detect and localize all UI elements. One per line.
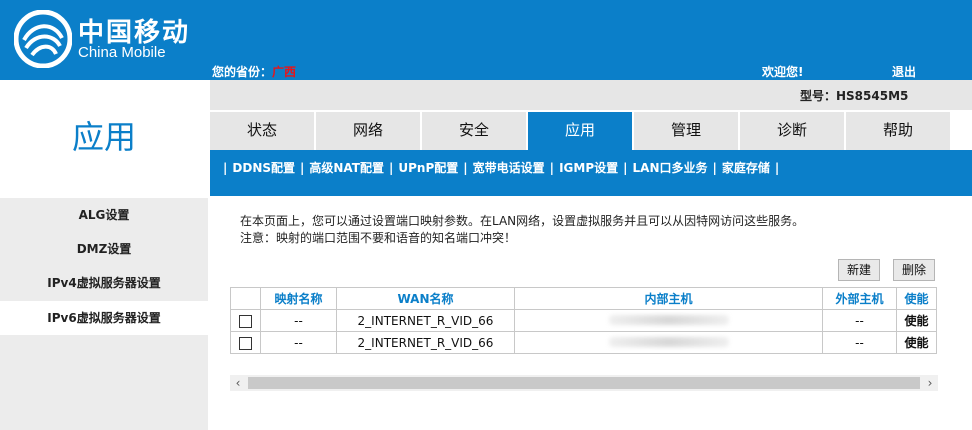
sidebar-item-ipv6-virtual-server[interactable]: IPv6虚拟服务器设置 — [0, 301, 208, 335]
redacted-internal-host — [608, 314, 729, 325]
china-mobile-logo-icon — [14, 10, 72, 68]
scroll-left-icon[interactable]: ‹ — [230, 375, 246, 391]
row-select-cell — [230, 331, 261, 354]
horizontal-scrollbar[interactable]: ‹ › — [230, 375, 938, 391]
scrollbar-thumb[interactable] — [248, 377, 920, 389]
tab-status[interactable]: 状态 — [210, 112, 314, 150]
external-host-cell: -- — [822, 309, 897, 332]
tab-network[interactable]: 网络 — [316, 112, 420, 150]
tab-application[interactable]: 应用 — [528, 112, 632, 150]
subnav-home-storage[interactable]: 家庭存储 — [722, 161, 770, 175]
tab-security[interactable]: 安全 — [422, 112, 526, 150]
subnav-voip[interactable]: 宽带电话设置 — [473, 161, 545, 175]
tab-diagnostics[interactable]: 诊断 — [740, 112, 844, 150]
subnav-separator: | — [223, 161, 228, 175]
welcome-text: 欢迎您! — [762, 65, 804, 79]
logout-link[interactable]: 退出 — [892, 63, 916, 80]
sidebar: ALG设置 DMZ设置 IPv4虚拟服务器设置 IPv6虚拟服务器设置 — [0, 198, 208, 430]
description-line-2: 注意：映射的端口范围不要和语音的知名端口冲突！ — [240, 231, 517, 245]
header-bar: 中国移动 China Mobile 您的省份：广西 欢迎您! 退出 — [0, 0, 972, 80]
header-enable: 使能 — [896, 287, 937, 310]
sub-navigation: | DDNS配置 | 高级NAT配置 | UPnP配置 | 宽带电话设置 | IGMP设置 | LAN… — [210, 150, 972, 196]
province-label: 您的省份： — [212, 65, 273, 79]
wan-name-cell: 2_INTERNET_R_VID_66 — [336, 309, 515, 332]
enable-cell: 使能 — [896, 331, 937, 354]
port-mapping-table: 映射名称 WAN名称 内部主机 外部主机 使能 -- 2_INTERNET_R_… — [230, 287, 937, 354]
subnav-separator: | — [623, 161, 628, 175]
tab-help[interactable]: 帮助 — [846, 112, 950, 150]
subnav-lan-multiservice[interactable]: LAN口多业务 — [633, 161, 708, 175]
province-value: 广西 — [272, 65, 297, 79]
subnav-separator: | — [712, 161, 717, 175]
province-info: 您的省份：广西 — [212, 63, 296, 80]
header-select — [230, 287, 261, 310]
subnav-separator: | — [549, 161, 555, 175]
tab-management[interactable]: 管理 — [634, 112, 738, 150]
subnav-upnp[interactable]: UPnP配置 — [398, 161, 458, 175]
sidebar-item-ipv4-virtual-server[interactable]: IPv4虚拟服务器设置 — [0, 266, 208, 300]
header-mapping-name: 映射名称 — [260, 287, 337, 310]
header-wan-name: WAN名称 — [336, 287, 515, 310]
external-host-cell: -- — [822, 331, 897, 354]
brand-name-en: China Mobile — [78, 44, 166, 61]
model-text: 型号：HS8545M5 — [800, 89, 909, 103]
enable-cell: 使能 — [896, 309, 937, 332]
scroll-right-icon[interactable]: › — [922, 375, 938, 391]
mapping-name-cell: -- — [260, 309, 337, 332]
subnav-advanced-nat[interactable]: 高级NAT配置 — [309, 161, 384, 175]
section-title: 应用 — [71, 118, 136, 156]
table-row: -- 2_INTERNET_R_VID_66 -- 使能 — [230, 309, 937, 332]
table-header-row: 映射名称 WAN名称 内部主机 外部主机 使能 — [230, 287, 937, 310]
description-line-1: 在本页面上，您可以通过设置端口映射参数。在LAN网络，设置虚拟服务并且可以从因特… — [240, 214, 805, 228]
new-button[interactable]: 新建 — [838, 259, 881, 281]
mapping-name-cell: -- — [260, 331, 337, 354]
table-row: -- 2_INTERNET_R_VID_66 -- 使能 — [230, 331, 937, 354]
subnav-separator: | — [774, 161, 780, 175]
internal-host-cell — [514, 331, 823, 354]
sidebar-item-dmz[interactable]: DMZ设置 — [0, 232, 208, 266]
subnav-separator: | — [388, 161, 394, 175]
subnav-list: | DDNS配置 | 高级NAT配置 | UPnP配置 | 宽带电话设置 | IGMP设置 | LAN… — [218, 159, 784, 176]
sidebar-item-alg[interactable]: ALG设置 — [0, 198, 208, 232]
delete-button[interactable]: 删除 — [893, 259, 936, 281]
row-checkbox[interactable] — [239, 314, 252, 328]
wan-name-cell: 2_INTERNET_R_VID_66 — [336, 331, 515, 354]
row-checkbox[interactable] — [239, 336, 252, 350]
header-internal-host: 内部主机 — [514, 287, 823, 310]
main-tabs: 状态 网络 安全 应用 管理 诊断 帮助 — [210, 112, 972, 150]
row-select-cell — [230, 309, 261, 332]
subnav-igmp[interactable]: IGMP设置 — [559, 161, 618, 175]
subnav-separator: | — [300, 161, 305, 175]
internal-host-cell — [514, 309, 823, 332]
header-external-host: 外部主机 — [822, 287, 897, 310]
subnav-separator: | — [463, 161, 468, 175]
subnav-ddns[interactable]: DDNS配置 — [232, 161, 295, 175]
redacted-internal-host — [608, 336, 729, 347]
